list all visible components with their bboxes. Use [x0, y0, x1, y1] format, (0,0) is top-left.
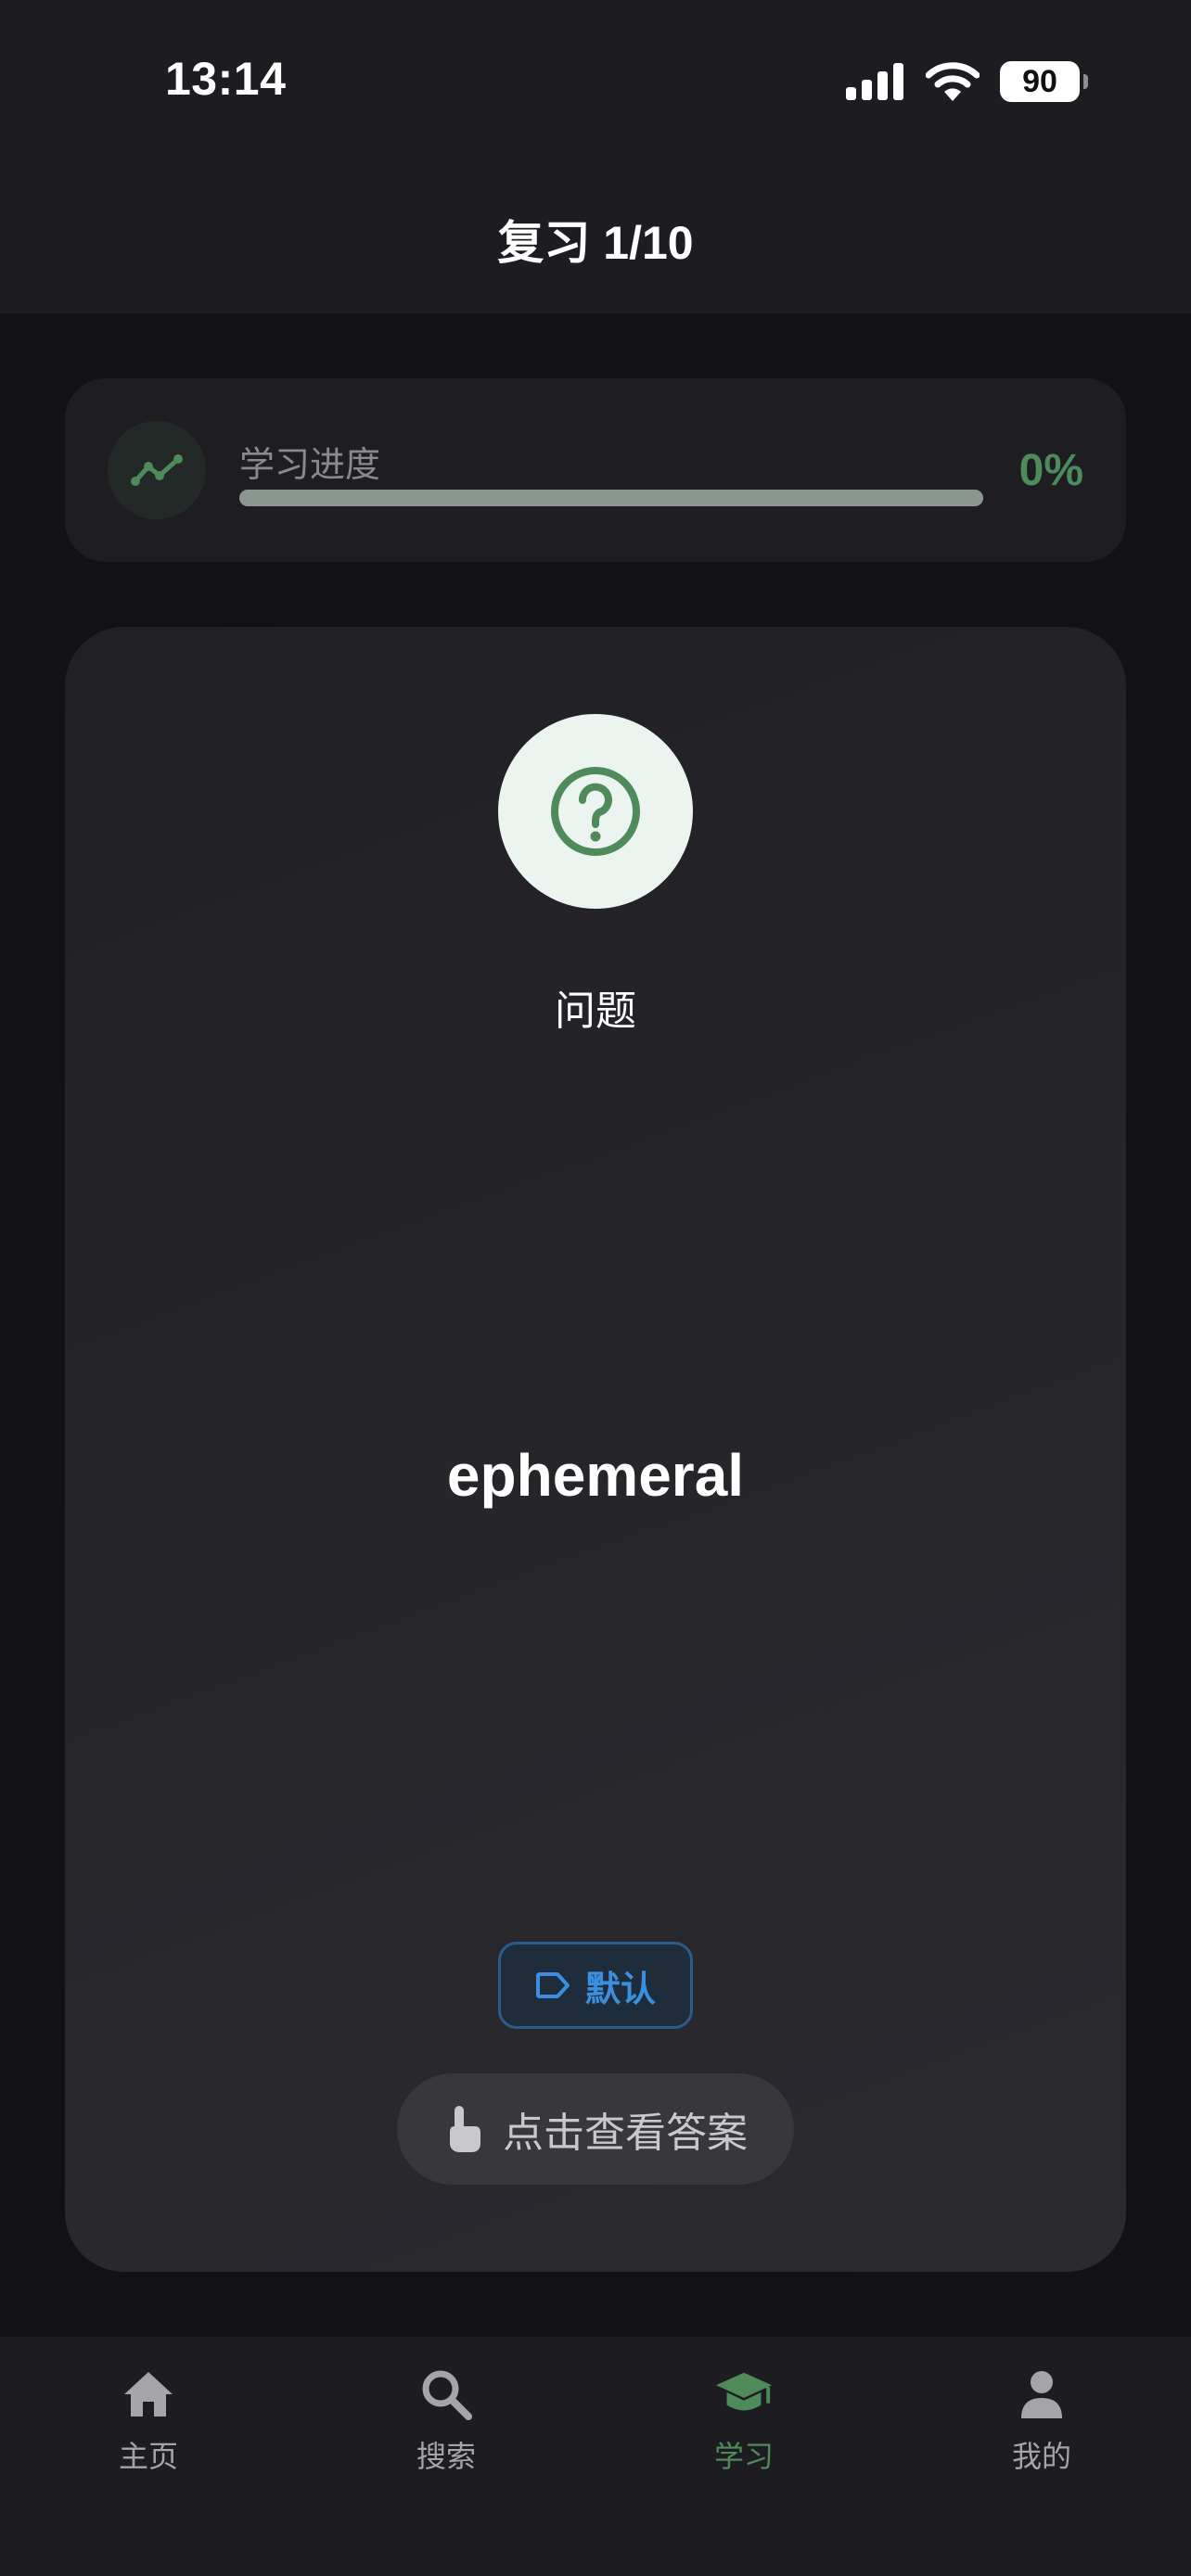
page-title: 复习 1/10 — [497, 217, 694, 269]
person-icon — [1021, 2371, 1062, 2418]
status-icons: 90 — [846, 57, 1088, 106]
category-tag-label: 默认 — [584, 1970, 656, 2009]
home-icon — [124, 2372, 173, 2417]
card-side-label: 问题 — [555, 988, 636, 1034]
tag-icon — [535, 1972, 570, 1998]
wifi-icon — [926, 62, 980, 101]
question-icon — [551, 767, 640, 856]
tab-home[interactable]: 主页 — [56, 2365, 241, 2485]
reveal-answer-label: 点击查看答案 — [503, 2111, 748, 2156]
review-screen: 13:14 90 复习 1/10 学习进度 0% 问题 ephemeral 默认… — [0, 0, 1191, 2576]
status-time: 13:14 — [165, 53, 287, 105]
tab-search[interactable]: 搜索 — [353, 2365, 539, 2485]
trend-chart-icon — [131, 454, 183, 486]
progress-percent: 0% — [1018, 446, 1083, 495]
tab-profile-label: 我的 — [1011, 2440, 1071, 2473]
tab-search-label: 搜索 — [416, 2440, 476, 2473]
search-icon — [422, 2370, 472, 2420]
tab-study-label: 学习 — [713, 2440, 774, 2473]
category-tag[interactable]: 默认 — [498, 1942, 693, 2029]
tab-bar: 主页 搜索 学习 我的 — [0, 2337, 1191, 2576]
progress-card: 学习进度 0% — [65, 378, 1126, 562]
card-word: ephemeral — [446, 1442, 745, 1509]
tab-home-label: 主页 — [118, 2440, 178, 2473]
tap-hand-icon — [450, 2106, 480, 2152]
flash-card[interactable]: 问题 ephemeral 默认 点击查看答案 — [65, 627, 1126, 2272]
progress-bar — [239, 490, 983, 506]
battery-icon: 90 — [1000, 61, 1088, 102]
top-bar: 13:14 90 复习 1/10 — [0, 0, 1191, 313]
tab-study[interactable]: 学习 — [651, 2365, 837, 2485]
progress-label: 学习进度 — [239, 446, 381, 485]
graduation-cap-icon — [715, 2372, 773, 2411]
question-badge — [498, 714, 693, 909]
reveal-answer-button[interactable]: 点击查看答案 — [397, 2073, 794, 2185]
signal-icon — [846, 63, 903, 100]
tab-profile[interactable]: 我的 — [949, 2365, 1134, 2485]
progress-icon-badge — [108, 421, 206, 519]
